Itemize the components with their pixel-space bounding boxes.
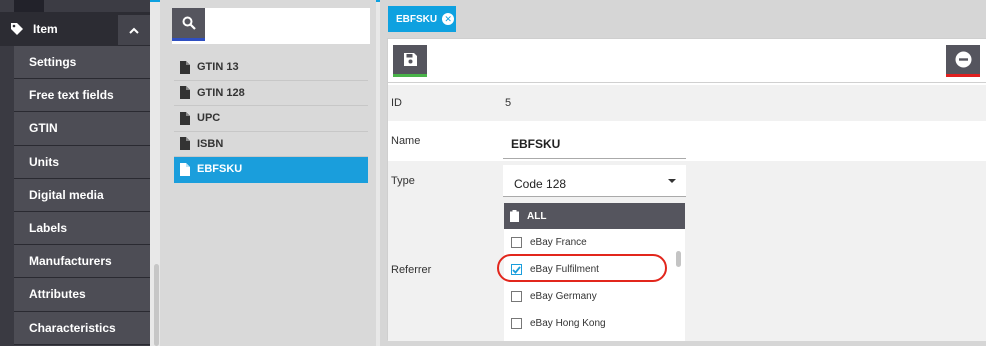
save-button[interactable]: [393, 45, 427, 77]
list-item-label: ISBN: [197, 137, 224, 150]
referrer-all-toggle[interactable]: ALL: [504, 203, 685, 229]
list-item-gtin-13[interactable]: GTIN 13: [174, 55, 368, 81]
highlight-annotation: [497, 254, 667, 282]
list-item-isbn[interactable]: ISBN: [174, 132, 368, 157]
sidebar-header-item[interactable]: Item: [0, 12, 150, 46]
search-icon: [182, 16, 196, 30]
referrer-item-label: eBay France: [530, 237, 587, 248]
referrer-item-ebay-germany[interactable]: eBay Germany: [504, 283, 685, 310]
file-icon: [180, 86, 190, 100]
search-button[interactable]: [172, 8, 205, 41]
sidebar-scrollbar[interactable]: [154, 264, 159, 346]
sidebar-top-edge: [14, 0, 44, 12]
checkbox[interactable]: [511, 318, 522, 329]
search-area: [172, 8, 370, 44]
caret-down-icon: [668, 179, 676, 183]
type-label: Type: [391, 175, 415, 187]
list-item-ebfsku[interactable]: EBFSKU: [174, 157, 368, 183]
sidebar-item-free-text-fields[interactable]: Free text fields: [14, 79, 150, 113]
minus-circle-icon: [955, 51, 971, 68]
barcode-list: GTIN 13 GTIN 128 UPC ISBN EBFSKU: [174, 55, 368, 183]
type-row: Type Code 128: [388, 161, 986, 197]
name-row: Name EBFSKU: [388, 121, 986, 161]
file-icon: [180, 111, 190, 125]
sidebar-item-gtin[interactable]: GTIN: [14, 112, 150, 146]
tab-label: EBFSKU: [396, 13, 438, 25]
list-item-label: EBFSKU: [197, 163, 243, 176]
file-icon: [180, 137, 190, 151]
list-item-label: GTIN 13: [197, 61, 239, 74]
checkbox[interactable]: [511, 291, 522, 302]
name-label: Name: [391, 135, 421, 147]
sidebar-item-attributes[interactable]: Attributes: [14, 278, 150, 312]
collapse-button[interactable]: [118, 15, 150, 45]
referrer-item-ebay-hong-kong[interactable]: eBay Hong Kong: [504, 310, 685, 337]
sidebar: Item Settings Free text fields GTIN Unit…: [0, 0, 150, 346]
tab-ebfsku[interactable]: EBFSKU ✕: [388, 6, 456, 32]
tag-icon: [11, 23, 23, 35]
type-select-value: Code 128: [514, 177, 567, 191]
sidebar-item-labels[interactable]: Labels: [14, 211, 150, 246]
chevron-up-icon: [129, 27, 139, 34]
list-item-gtin-128[interactable]: GTIN 128: [174, 81, 368, 106]
sidebar-header-label: Item: [33, 22, 58, 36]
delete-button[interactable]: [946, 45, 980, 77]
type-select[interactable]: Code 128: [503, 165, 686, 197]
sidebar-item-digital-media[interactable]: Digital media: [14, 178, 150, 212]
sidebar-item-units[interactable]: Units: [14, 145, 150, 179]
referrer-all-label: ALL: [527, 210, 547, 222]
referrer-item-ebay-france[interactable]: eBay France: [504, 229, 685, 256]
referrer-label: Referrer: [391, 264, 432, 276]
close-tab-icon[interactable]: ✕: [442, 13, 455, 25]
file-icon: [180, 162, 190, 176]
referrer-item-label: eBay Hong Kong: [530, 318, 606, 329]
referrer-row: Referrer ALL eBay France eBay Fulfilment: [388, 197, 986, 341]
list-item-label: UPC: [197, 112, 221, 125]
sidebar-item-settings[interactable]: Settings: [14, 46, 150, 80]
sidebar-item-manufacturers[interactable]: Manufacturers: [14, 245, 150, 279]
file-icon: [180, 60, 190, 74]
sidebar-item-characteristics[interactable]: Characteristics: [14, 311, 150, 345]
list-item-upc[interactable]: UPC: [174, 106, 368, 132]
id-row: ID 5: [388, 85, 986, 121]
sidebar-menu: Settings Free text fields GTIN Units Dig…: [14, 46, 150, 345]
checkbox[interactable]: [511, 237, 522, 248]
name-field[interactable]: EBFSKU: [503, 127, 686, 159]
toolbar: [388, 39, 986, 83]
sidebar-indent-track: [0, 46, 14, 346]
referrer-item-label: eBay Germany: [530, 291, 597, 302]
id-label: ID: [391, 97, 402, 109]
referrer-scrollbar[interactable]: [676, 251, 681, 267]
clipboard-icon: [510, 210, 519, 222]
detail-form: ID 5 Name EBFSKU Type Code 128 Referrer …: [387, 38, 986, 341]
id-value: 5: [505, 97, 512, 109]
list-item-label: GTIN 128: [197, 86, 245, 99]
floppy-disk-icon: [403, 53, 417, 66]
